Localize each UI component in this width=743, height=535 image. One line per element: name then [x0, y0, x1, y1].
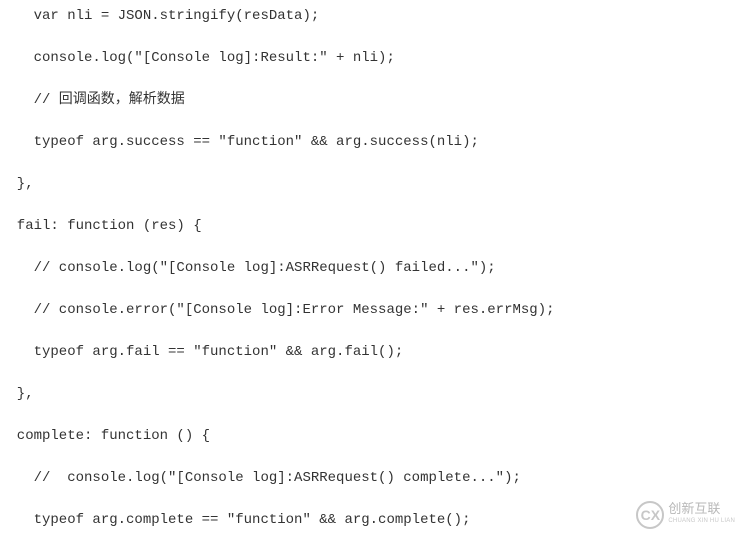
code-line	[0, 494, 743, 504]
code-line: typeof arg.success == "function" && arg.…	[0, 126, 743, 158]
code-line: // console.log("[Console log]:ASRRequest…	[0, 252, 743, 284]
watermark-main: 创新互联	[668, 501, 720, 516]
code-line: // console.error("[Console log]:Error Me…	[0, 294, 743, 326]
watermark-sub: CHUANG XIN HU LIAN	[668, 515, 735, 527]
watermark: CX 创新互联 CHUANG XIN HU LIAN	[636, 501, 735, 529]
logo-letters: CX	[641, 507, 660, 523]
code-line: console.log("[Console log]:Result:" + nl…	[0, 42, 743, 74]
code-line: },	[0, 168, 743, 200]
code-line: // console.log("[Console log]:ASRRequest…	[0, 462, 743, 494]
code-line	[0, 242, 743, 252]
code-line: },	[0, 378, 743, 410]
watermark-text: 创新互联 CHUANG XIN HU LIAN	[668, 503, 735, 527]
code-line	[0, 326, 743, 336]
code-line	[0, 74, 743, 84]
code-line	[0, 116, 743, 126]
code-line: // 回调函数，解析数据	[0, 84, 743, 116]
code-line: typeof arg.complete == "function" && arg…	[0, 504, 743, 535]
code-line	[0, 200, 743, 210]
logo-icon: CX	[636, 501, 664, 529]
code-line	[0, 452, 743, 462]
code-line: typeof arg.fail == "function" && arg.fai…	[0, 336, 743, 368]
code-line	[0, 410, 743, 420]
code-line	[0, 158, 743, 168]
code-line	[0, 368, 743, 378]
code-line: complete: function () {	[0, 420, 743, 452]
code-block: var nli = JSON.stringify(resData); conso…	[0, 0, 743, 535]
code-line: var nli = JSON.stringify(resData);	[0, 0, 743, 32]
code-line: fail: function (res) {	[0, 210, 743, 242]
code-line	[0, 32, 743, 42]
code-line	[0, 284, 743, 294]
